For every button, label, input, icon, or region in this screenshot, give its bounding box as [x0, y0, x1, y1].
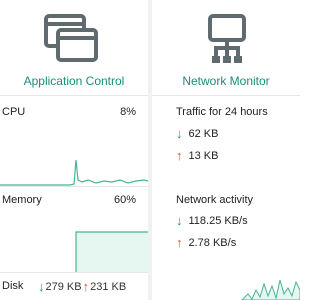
memory-separator	[0, 272, 148, 273]
activity-up-value: 2.78 KB/s	[188, 236, 237, 249]
network-monitor-panel: Network Monitor Traffic for 24 hours ↓ 6…	[152, 0, 300, 300]
network-activity-title: Network activity	[176, 194, 254, 206]
cpu-graph	[0, 159, 148, 186]
activity-down: ↓ 118.25 KB/s	[176, 213, 248, 228]
network-monitor-header[interactable]: Network Monitor	[152, 0, 300, 96]
traffic-up-value: 13 KB	[188, 149, 219, 162]
traffic-down: ↓ 62 KB	[176, 126, 218, 141]
upload-arrow-icon: ↑	[82, 279, 90, 294]
upload-arrow-icon: ↑	[176, 235, 183, 250]
memory-graph	[75, 231, 148, 272]
traffic-down-value: 62 KB	[188, 127, 219, 140]
activity-up: ↑ 2.78 KB/s	[176, 235, 236, 250]
cpu-value: 8%	[120, 106, 136, 118]
cpu-label: CPU	[2, 106, 26, 118]
download-arrow-icon: ↓	[176, 213, 183, 228]
disk-label: Disk	[2, 280, 24, 292]
traffic-title: Traffic for 24 hours	[176, 106, 268, 118]
download-arrow-icon: ↓	[38, 279, 45, 294]
cpu-separator	[0, 186, 148, 187]
disk-stats: ↓ 279 KB ↑ 231 KB	[38, 279, 126, 294]
application-control-title: Application Control	[23, 74, 125, 88]
activity-down-value: 118.25 KB/s	[188, 214, 248, 227]
network-icon	[152, 8, 300, 68]
application-control-panel: Application Control CPU 8% Memory 60% Di…	[0, 0, 148, 300]
memory-value: 60%	[113, 194, 136, 206]
windows-icon	[0, 8, 148, 68]
network-activity-graph	[241, 279, 300, 300]
download-arrow-icon: ↓	[176, 126, 183, 141]
network-monitor-title: Network Monitor	[182, 74, 270, 88]
traffic-up: ↑ 13 KB	[176, 148, 218, 163]
disk-up-value: 231 KB	[90, 280, 127, 293]
memory-label: Memory	[2, 194, 42, 206]
application-control-header[interactable]: Application Control	[0, 0, 148, 96]
disk-down-value: 279 KB	[45, 280, 82, 293]
upload-arrow-icon: ↑	[176, 148, 183, 163]
